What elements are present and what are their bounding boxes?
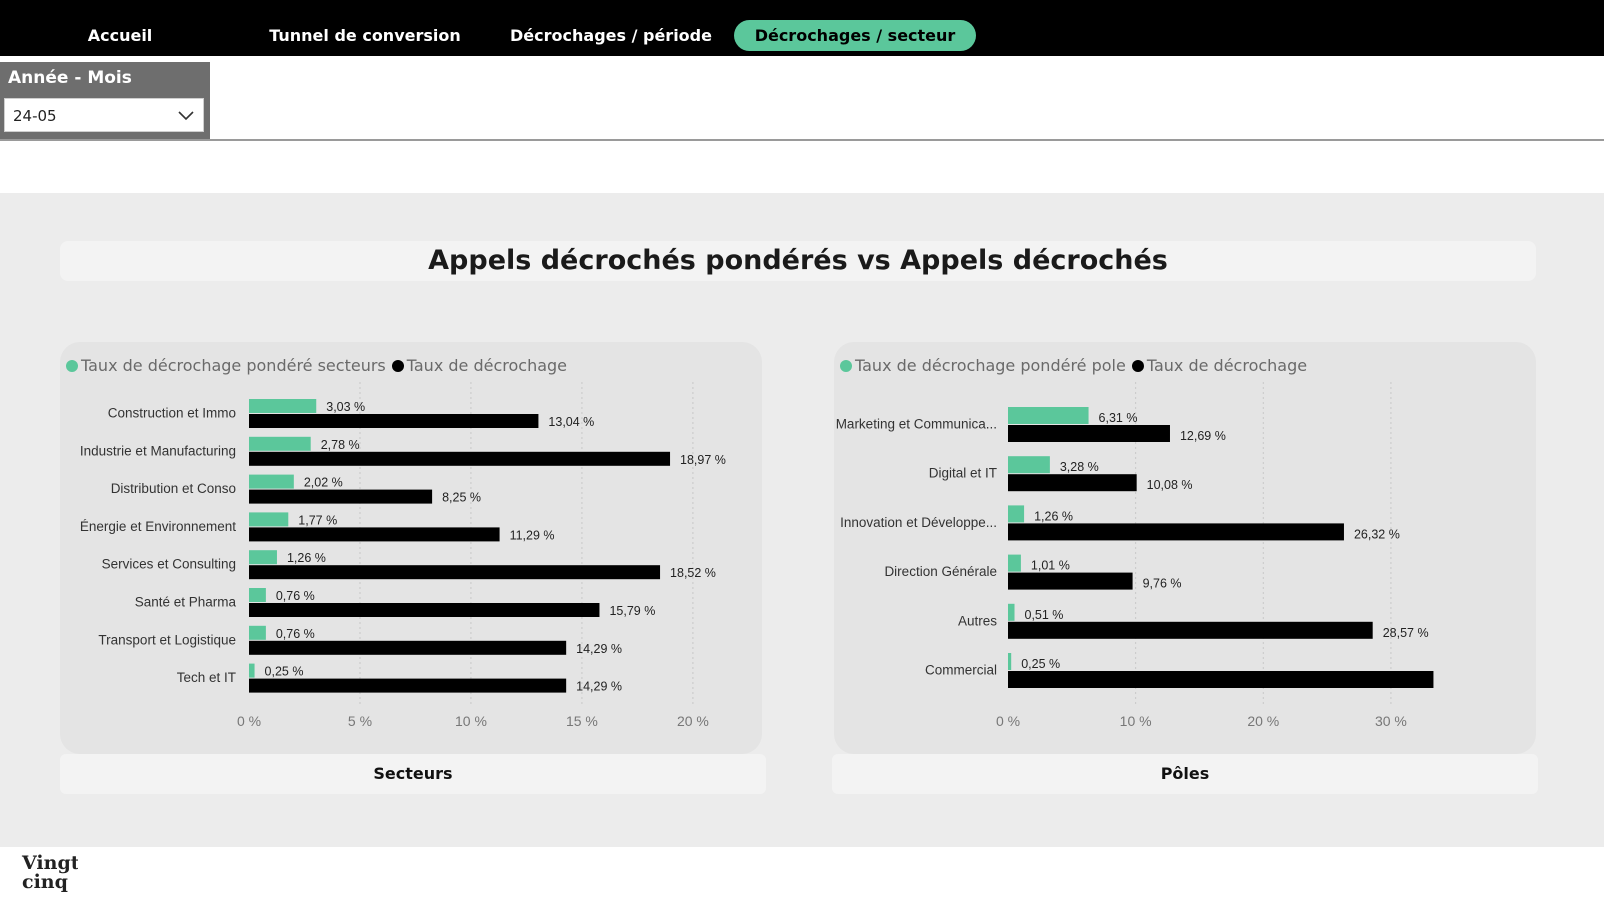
category-label: Innovation et Développe... <box>840 515 997 530</box>
vingt-cinq-logo: Vingt cinq <box>21 852 78 893</box>
x-tick-label: 10 % <box>1120 713 1152 729</box>
category-label: Services et Consulting <box>102 557 236 572</box>
rate-bar <box>1008 523 1344 541</box>
rate-bar <box>249 414 539 428</box>
weighted-rate-data-label: 0,51 % <box>1025 608 1064 622</box>
svg-text:cinq: cinq <box>22 871 68 893</box>
weighted-rate-bar <box>249 663 255 678</box>
weighted-rate-bar <box>249 512 289 527</box>
weighted-rate-bar <box>249 588 266 602</box>
weighted-rate-data-label: 3,28 % <box>1060 460 1099 474</box>
rate-bar <box>249 451 671 466</box>
weighted-rate-data-label: 2,02 % <box>304 476 343 490</box>
weighted-rate-data-label: 0,76 % <box>276 627 315 641</box>
category-label: Digital et IT <box>929 466 997 481</box>
category-label: Autres <box>958 613 997 628</box>
sectors-bar-chart: 0 % 5 % 10 % 15 % 20 % Construction et Immo 3,… <box>80 382 726 729</box>
weighted-rate-data-label: 0,25 % <box>265 665 304 679</box>
weighted-rate-bar <box>249 436 311 451</box>
weighted-rate-bar <box>1008 603 1015 621</box>
weighted-rate-data-label: 6,31 % <box>1099 411 1138 425</box>
filter-label: Année - Mois <box>8 68 132 88</box>
rate-bar <box>1008 572 1133 590</box>
weighted-rate-data-label: 0,25 % <box>1021 657 1060 671</box>
weighted-rate-bar <box>249 550 277 565</box>
category-label: Industrie et Manufacturing <box>80 443 236 458</box>
rate-bar <box>1008 621 1373 639</box>
x-tick-label: 30 % <box>1375 713 1407 729</box>
rate-data-label: 18,97 % <box>680 453 726 467</box>
category-label: Tech et IT <box>177 670 236 685</box>
rate-bar <box>249 678 567 693</box>
category-label: Énergie et Environnement <box>80 519 236 534</box>
rate-bar <box>249 565 661 580</box>
rate-data-label: 9,76 % <box>1143 577 1182 591</box>
poles-bar-chart: 0 % 10 % 20 % 30 % Marketing et Communica...… <box>836 382 1434 729</box>
filter-selected-value: 24-05 <box>13 107 57 125</box>
weighted-rate-data-label: 1,01 % <box>1031 559 1070 573</box>
weighted-rate-bar <box>1008 456 1050 474</box>
tab-tunnel-de-conversion[interactable]: Tunnel de conversion <box>255 20 475 51</box>
x-tick-label: 0 % <box>237 713 261 729</box>
x-tick-label: 20 % <box>677 713 709 729</box>
rate-data-label: 26,32 % <box>1354 527 1400 541</box>
x-tick-label: 15 % <box>566 713 598 729</box>
weighted-rate-bar <box>249 625 266 640</box>
rate-data-label: 12,69 % <box>1180 429 1226 443</box>
category-label: Commercial <box>925 663 997 678</box>
weighted-rate-bar <box>249 474 294 489</box>
weighted-rate-bar <box>1008 505 1025 523</box>
weighted-rate-data-label: 2,78 % <box>321 438 360 452</box>
weighted-rate-bar <box>249 399 317 413</box>
rate-data-label: 28,57 % <box>1383 626 1429 640</box>
category-label: Distribution et Conso <box>111 481 236 496</box>
category-label: Transport et Logistique <box>98 632 236 647</box>
rate-data-label: 8,25 % <box>442 491 481 505</box>
poles-chart-title: Pôles <box>832 754 1538 794</box>
rate-bar <box>1008 425 1170 442</box>
rate-data-label: 14,29 % <box>576 642 622 656</box>
weighted-rate-data-label: 3,03 % <box>326 400 365 414</box>
tab-decrochages-periode[interactable]: Décrochages / période <box>500 20 722 51</box>
rate-bar <box>1008 474 1137 492</box>
sectors-chart-title: Secteurs <box>60 754 766 794</box>
x-tick-label: 0 % <box>996 713 1020 729</box>
category-label: Santé et Pharma <box>135 595 237 610</box>
weighted-rate-data-label: 1,26 % <box>1034 509 1073 523</box>
weighted-rate-bar <box>1008 653 1012 670</box>
rate-bar <box>1008 671 1434 688</box>
rate-bar <box>249 489 433 504</box>
category-label: Direction Générale <box>884 564 997 579</box>
weighted-rate-bar <box>1008 407 1089 424</box>
divider <box>0 139 1604 141</box>
rate-data-label: 10,08 % <box>1147 478 1193 492</box>
tab-decrochages-secteur[interactable]: Décrochages / secteur <box>734 20 976 51</box>
page-title: Appels décrochés pondérés vs Appels décr… <box>60 241 1536 281</box>
rate-data-label: 15,79 % <box>609 604 655 618</box>
year-month-filter: Année - Mois 24-05 <box>0 62 210 140</box>
category-label: Construction et Immo <box>108 406 236 421</box>
category-label: Marketing et Communica... <box>836 417 997 432</box>
tab-accueil[interactable]: Accueil <box>60 20 180 51</box>
rate-data-label: 11,29 % <box>510 528 555 542</box>
weighted-rate-data-label: 1,77 % <box>298 513 337 527</box>
x-tick-label: 10 % <box>455 713 487 729</box>
weighted-rate-data-label: 1,26 % <box>287 551 326 565</box>
top-nav-bar: Accueil Tunnel de conversion Décrochages… <box>0 0 1604 56</box>
chevron-down-icon <box>177 106 195 128</box>
rate-data-label: 18,52 % <box>670 566 716 580</box>
rate-bar <box>249 603 600 617</box>
x-tick-label: 20 % <box>1247 713 1279 729</box>
rate-bar <box>249 640 567 655</box>
weighted-rate-bar <box>1008 554 1021 572</box>
year-month-dropdown[interactable]: 24-05 <box>4 98 204 132</box>
rate-data-label: 14,29 % <box>576 680 622 694</box>
x-tick-label: 5 % <box>348 713 372 729</box>
weighted-rate-data-label: 0,76 % <box>276 589 315 603</box>
rate-bar <box>249 527 500 542</box>
rate-data-label: 13,04 % <box>548 415 594 429</box>
